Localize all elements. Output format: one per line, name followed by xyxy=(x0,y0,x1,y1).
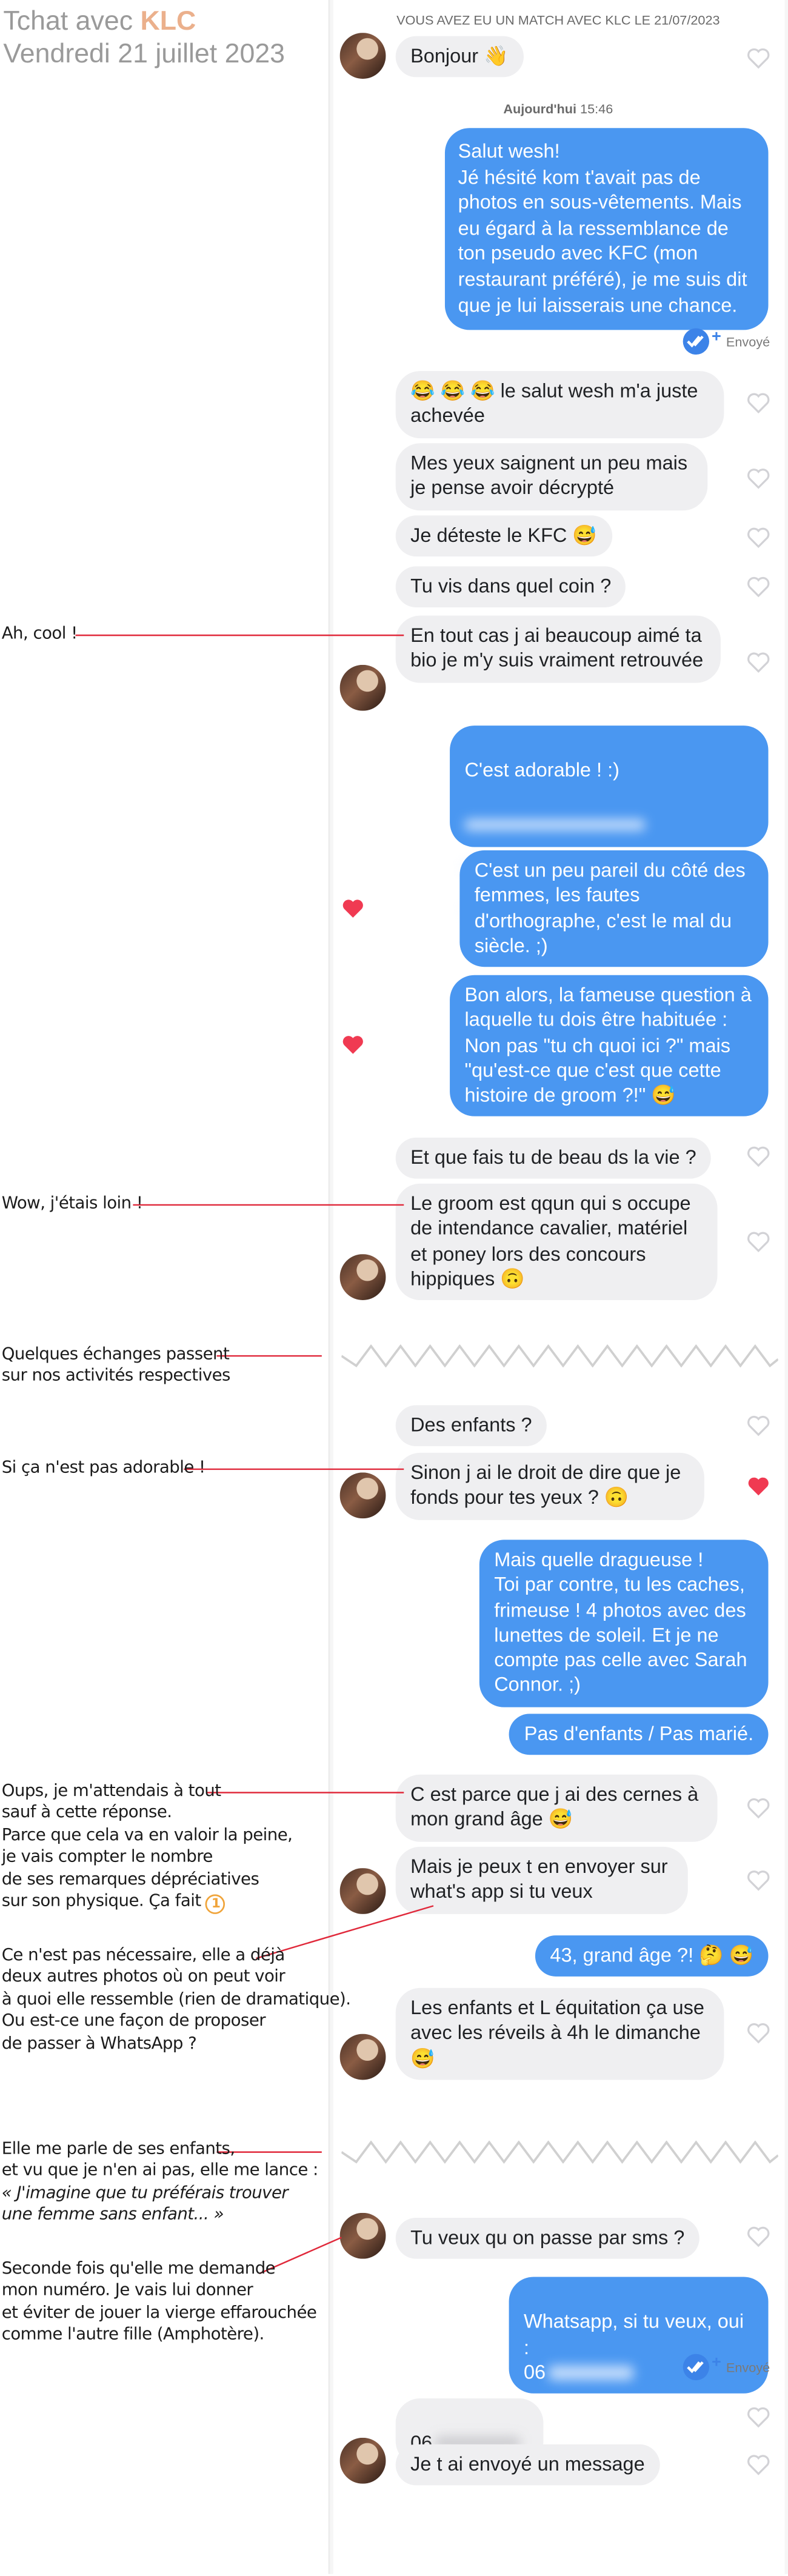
annotation-note: Elle me parle de ses enfants, et vu que … xyxy=(1,2140,319,2181)
annotation-text: Oups, je m'attendais à tout sauf à cette… xyxy=(1,1783,293,1911)
annotation-note: Wow, j'étais loin ! xyxy=(1,1195,143,1213)
quote-text: « J'imagine que tu préférais trouver une… xyxy=(1,2184,289,2225)
annotation-quote: « J'imagine que tu préférais trouver une… xyxy=(1,2183,289,2227)
annotation-note: Ah, cool ! xyxy=(1,625,78,644)
annotation-note: Si ça n'est pas adorable ! xyxy=(1,1459,205,1478)
screenshot-stage: Tchat avec KLC Vendredi 21 juillet 2023 … xyxy=(0,0,788,2574)
annotation-note: Seconde fois qu'elle me demande mon numé… xyxy=(1,2260,317,2345)
annotation-note: Ce n'est pas nécessaire, elle a déjà deu… xyxy=(1,1947,351,2054)
count-badge: 1 xyxy=(205,1894,226,1915)
annotation-note: Quelques échanges passent sur nos activi… xyxy=(1,1346,231,1386)
annotation-note: Oups, je m'attendais à tout sauf à cette… xyxy=(1,1781,293,1915)
